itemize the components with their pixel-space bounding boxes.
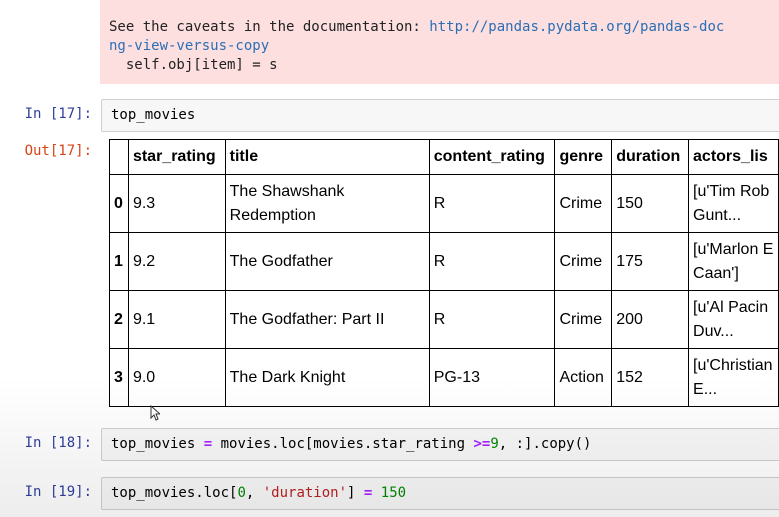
code-text: ] (347, 485, 364, 501)
cell-actors-list: [u'Marlon E Caan'] (688, 232, 779, 291)
number-literal: 9 (490, 436, 499, 452)
input-prompt-19: In [19]: (24, 484, 92, 500)
cell-star-rating: 9.3 (127, 174, 226, 233)
row-index: 0 (109, 174, 129, 233)
documentation-link-continued[interactable]: ng-view-versus-copy (109, 38, 269, 54)
column-header-content-rating: content_rating (428, 139, 556, 175)
input-prompt-17: In [17]: (24, 106, 92, 122)
cell-content-rating: PG-13 (428, 348, 556, 407)
column-header-title: title (224, 139, 430, 175)
operator-assign: = (203, 436, 213, 452)
cell-title: The Shawshank Redemption (224, 174, 430, 233)
cell-star-rating: 9.1 (127, 290, 226, 349)
warning-source-line: self.obj[item] = s (109, 57, 278, 73)
cell-title: The Dark Knight (224, 348, 430, 407)
output-prompt-17: Out[17]: (24, 143, 92, 159)
row-index: 2 (109, 290, 129, 349)
cell-duration: 175 (611, 232, 690, 291)
code-cell-18[interactable]: top_movies = movies.loc[movies.star_rati… (101, 428, 779, 461)
cell-title: The Godfather: Part II (224, 290, 430, 349)
cell-genre: Action (554, 348, 613, 407)
number-literal: 0 (237, 485, 246, 501)
column-header-star-rating: star_rating (127, 139, 226, 175)
cell-actors-list: [u'Al Pacin Duv... (688, 290, 779, 349)
operator-gte: >= (473, 436, 491, 452)
column-header-duration: duration (611, 139, 690, 175)
number-literal: 150 (380, 485, 407, 501)
cell-content-rating: R (428, 174, 556, 233)
table-row: 1 9.2 The Godfather R Crime 175 [u'Marlo… (109, 232, 779, 291)
table-row: 3 9.0 The Dark Knight PG-13 Action 152 [… (109, 348, 779, 407)
table-header-row: star_rating title content_rating genre d… (109, 139, 779, 175)
code-text: movies.loc[movies.star_rating (212, 436, 474, 452)
table-row: 2 9.1 The Godfather: Part II R Crime 200… (109, 290, 779, 349)
column-header-actors-list: actors_lis (688, 139, 779, 175)
cell-star-rating: 9.2 (127, 232, 226, 291)
string-literal: 'duration' (262, 485, 348, 501)
column-header-genre: genre (554, 139, 613, 175)
cell-duration: 200 (611, 290, 690, 349)
code-text: top_movies (111, 107, 196, 123)
cell-genre: Crime (554, 232, 613, 291)
code-text: , (245, 485, 263, 501)
code-cell-19[interactable]: top_movies.loc[0, 'duration'] = 150 (101, 477, 779, 510)
row-index: 3 (109, 348, 129, 407)
column-header-index (109, 139, 129, 175)
warning-text: See the caveats in the documentation: (109, 19, 430, 35)
input-prompt-18: In [18]: (24, 435, 92, 451)
cell-star-rating: 9.0 (127, 348, 226, 407)
cell-duration: 152 (611, 348, 690, 407)
cell-actors-list: [u'Tim Rob Gunt... (688, 174, 779, 233)
cell-genre: Crime (554, 174, 613, 233)
code-text: top_movies.loc[ (111, 485, 238, 501)
cell-genre: Crime (554, 290, 613, 349)
cell-duration: 150 (611, 174, 690, 233)
row-index: 1 (109, 232, 129, 291)
code-text: , :].copy() (498, 436, 592, 452)
cell-title: The Godfather (224, 232, 430, 291)
code-cell-17[interactable]: top_movies (101, 99, 779, 132)
cell-content-rating: R (428, 232, 556, 291)
documentation-link[interactable]: http://pandas.pydata.org/pandas-doc (429, 19, 724, 35)
code-text: top_movies (111, 436, 204, 452)
table-row: 0 9.3 The Shawshank Redemption R Crime 1… (109, 174, 779, 233)
dataframe-table: star_rating title content_rating genre d… (109, 139, 779, 407)
cell-content-rating: R (428, 290, 556, 349)
cell-actors-list: [u'Christian E... (688, 348, 779, 407)
mouse-pointer-icon (150, 405, 160, 421)
warning-output: See the caveats in the documentation: ht… (100, 0, 779, 84)
